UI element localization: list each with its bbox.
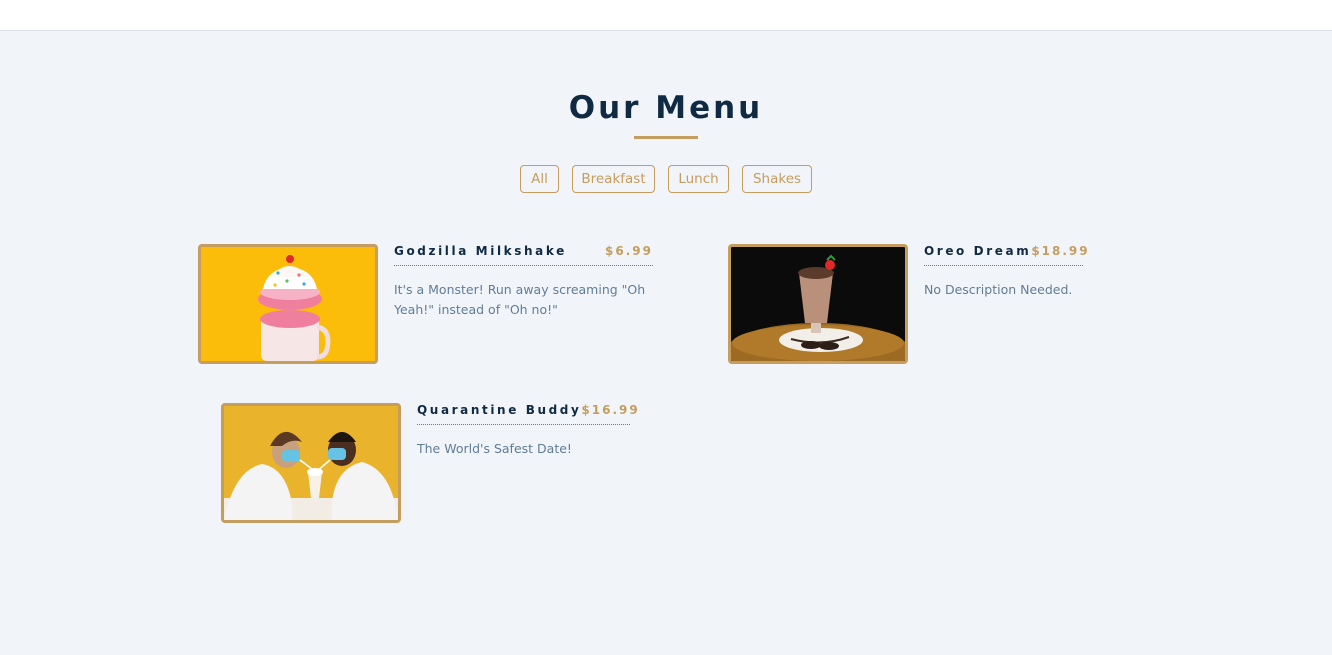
menu-item-price: $6.99 [605, 244, 653, 258]
menu-item-header: Quarantine Buddy $16.99 [417, 403, 638, 425]
menu-item-header: Oreo Dream $18.99 [924, 244, 1088, 266]
filter-all-button[interactable]: All [520, 165, 559, 193]
menu-item-oreo-dream: Oreo Dream $18.99 No Description Needed. [728, 244, 1088, 364]
section-title: Our Menu [568, 90, 764, 126]
menu-item-info: Godzilla Milkshake $6.99 It's a Monster!… [394, 244, 653, 320]
menu-item-description: No Description Needed. [924, 282, 1073, 297]
title-underline [634, 136, 698, 139]
menu-item-name: Godzilla Milkshake [394, 244, 567, 258]
menu-item-photo [728, 244, 908, 364]
menu-item-godzilla-milkshake: Godzilla Milkshake $6.99 It's a Monster!… [198, 244, 654, 364]
menu-item-quarantine-buddy: Quarantine Buddy $16.99 The World's Safe… [221, 403, 638, 523]
menu-item-photo [221, 403, 401, 523]
filter-breakfast-button[interactable]: Breakfast [572, 165, 655, 193]
menu-item-description: It's a Monster! Run away screaming "Oh Y… [394, 282, 646, 317]
menu-item-name: Oreo Dream [924, 244, 1032, 258]
filter-lunch-button[interactable]: Lunch [668, 165, 729, 193]
filter-shakes-button[interactable]: Shakes [742, 165, 812, 193]
top-navbar [0, 0, 1332, 31]
menu-item-photo [198, 244, 378, 364]
menu-item-price: $16.99 [581, 403, 640, 417]
menu-item-price: $18.99 [1031, 244, 1090, 258]
menu-item-description: The World's Safest Date! [417, 441, 572, 456]
menu-item-info: Quarantine Buddy $16.99 The World's Safe… [417, 403, 638, 459]
menu-item-header: Godzilla Milkshake $6.99 [394, 244, 653, 266]
menu-item-name: Quarantine Buddy [417, 403, 582, 417]
menu-item-info: Oreo Dream $18.99 No Description Needed. [924, 244, 1088, 300]
filter-button-group: All Breakfast Lunch Shakes [0, 165, 1332, 193]
